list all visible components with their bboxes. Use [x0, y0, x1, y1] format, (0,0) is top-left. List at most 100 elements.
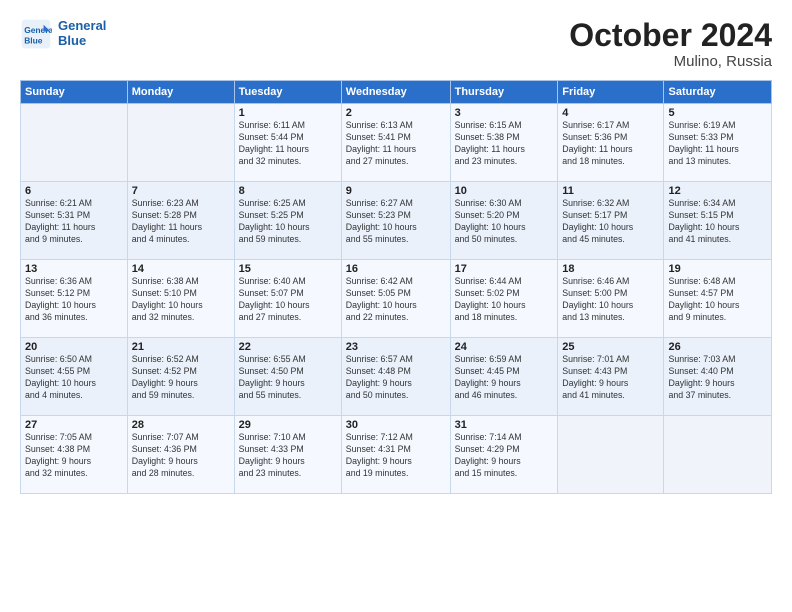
day-number: 21 [132, 341, 230, 353]
header: General Blue General Blue October 2024 M… [20, 18, 772, 70]
calendar-cell: 14Sunrise: 6:38 AM Sunset: 5:10 PM Dayli… [127, 260, 234, 338]
day-header: Friday [558, 81, 664, 104]
logo-line2: Blue [58, 34, 106, 49]
calendar-cell: 21Sunrise: 6:52 AM Sunset: 4:52 PM Dayli… [127, 338, 234, 416]
day-info: Sunrise: 6:19 AM Sunset: 5:33 PM Dayligh… [668, 120, 767, 168]
day-number: 18 [562, 263, 659, 275]
calendar-week-row: 1Sunrise: 6:11 AM Sunset: 5:44 PM Daylig… [21, 104, 772, 182]
logo-icon: General Blue [20, 18, 52, 50]
day-info: Sunrise: 6:52 AM Sunset: 4:52 PM Dayligh… [132, 354, 230, 402]
day-info: Sunrise: 6:23 AM Sunset: 5:28 PM Dayligh… [132, 198, 230, 246]
day-number: 24 [455, 341, 554, 353]
calendar-cell: 24Sunrise: 6:59 AM Sunset: 4:45 PM Dayli… [450, 338, 558, 416]
day-number: 9 [346, 185, 446, 197]
day-info: Sunrise: 7:03 AM Sunset: 4:40 PM Dayligh… [668, 354, 767, 402]
day-number: 6 [25, 185, 123, 197]
day-info: Sunrise: 6:27 AM Sunset: 5:23 PM Dayligh… [346, 198, 446, 246]
calendar-cell: 22Sunrise: 6:55 AM Sunset: 4:50 PM Dayli… [234, 338, 341, 416]
day-info: Sunrise: 6:17 AM Sunset: 5:36 PM Dayligh… [562, 120, 659, 168]
logo-line1: General [58, 19, 106, 34]
calendar-week-row: 27Sunrise: 7:05 AM Sunset: 4:38 PM Dayli… [21, 416, 772, 494]
logo: General Blue General Blue [20, 18, 106, 50]
title-block: October 2024 Mulino, Russia [569, 18, 772, 70]
day-number: 26 [668, 341, 767, 353]
calendar-cell: 5Sunrise: 6:19 AM Sunset: 5:33 PM Daylig… [664, 104, 772, 182]
calendar-cell: 31Sunrise: 7:14 AM Sunset: 4:29 PM Dayli… [450, 416, 558, 494]
day-header: Wednesday [341, 81, 450, 104]
calendar-cell [558, 416, 664, 494]
day-number: 30 [346, 419, 446, 431]
day-info: Sunrise: 6:34 AM Sunset: 5:15 PM Dayligh… [668, 198, 767, 246]
day-info: Sunrise: 6:32 AM Sunset: 5:17 PM Dayligh… [562, 198, 659, 246]
day-number: 13 [25, 263, 123, 275]
calendar-cell [664, 416, 772, 494]
calendar-cell: 20Sunrise: 6:50 AM Sunset: 4:55 PM Dayli… [21, 338, 128, 416]
day-header: Monday [127, 81, 234, 104]
day-info: Sunrise: 6:55 AM Sunset: 4:50 PM Dayligh… [239, 354, 337, 402]
day-info: Sunrise: 6:48 AM Sunset: 4:57 PM Dayligh… [668, 276, 767, 324]
day-info: Sunrise: 7:10 AM Sunset: 4:33 PM Dayligh… [239, 432, 337, 480]
day-info: Sunrise: 6:15 AM Sunset: 5:38 PM Dayligh… [455, 120, 554, 168]
day-info: Sunrise: 7:01 AM Sunset: 4:43 PM Dayligh… [562, 354, 659, 402]
calendar-page: General Blue General Blue October 2024 M… [0, 0, 792, 612]
day-info: Sunrise: 7:05 AM Sunset: 4:38 PM Dayligh… [25, 432, 123, 480]
header-row: SundayMondayTuesdayWednesdayThursdayFrid… [21, 81, 772, 104]
day-info: Sunrise: 6:40 AM Sunset: 5:07 PM Dayligh… [239, 276, 337, 324]
calendar-cell: 15Sunrise: 6:40 AM Sunset: 5:07 PM Dayli… [234, 260, 341, 338]
calendar-cell: 30Sunrise: 7:12 AM Sunset: 4:31 PM Dayli… [341, 416, 450, 494]
day-number: 27 [25, 419, 123, 431]
calendar-week-row: 13Sunrise: 6:36 AM Sunset: 5:12 PM Dayli… [21, 260, 772, 338]
calendar-cell: 16Sunrise: 6:42 AM Sunset: 5:05 PM Dayli… [341, 260, 450, 338]
calendar-cell: 18Sunrise: 6:46 AM Sunset: 5:00 PM Dayli… [558, 260, 664, 338]
calendar-cell: 13Sunrise: 6:36 AM Sunset: 5:12 PM Dayli… [21, 260, 128, 338]
day-number: 29 [239, 419, 337, 431]
day-number: 15 [239, 263, 337, 275]
day-info: Sunrise: 6:30 AM Sunset: 5:20 PM Dayligh… [455, 198, 554, 246]
calendar-week-row: 20Sunrise: 6:50 AM Sunset: 4:55 PM Dayli… [21, 338, 772, 416]
day-info: Sunrise: 6:59 AM Sunset: 4:45 PM Dayligh… [455, 354, 554, 402]
day-number: 19 [668, 263, 767, 275]
day-info: Sunrise: 6:38 AM Sunset: 5:10 PM Dayligh… [132, 276, 230, 324]
calendar-cell: 4Sunrise: 6:17 AM Sunset: 5:36 PM Daylig… [558, 104, 664, 182]
day-number: 23 [346, 341, 446, 353]
calendar-cell: 7Sunrise: 6:23 AM Sunset: 5:28 PM Daylig… [127, 182, 234, 260]
calendar-cell: 10Sunrise: 6:30 AM Sunset: 5:20 PM Dayli… [450, 182, 558, 260]
day-number: 11 [562, 185, 659, 197]
calendar-cell [127, 104, 234, 182]
calendar-cell: 19Sunrise: 6:48 AM Sunset: 4:57 PM Dayli… [664, 260, 772, 338]
day-number: 10 [455, 185, 554, 197]
day-header: Thursday [450, 81, 558, 104]
day-info: Sunrise: 6:11 AM Sunset: 5:44 PM Dayligh… [239, 120, 337, 168]
day-header: Saturday [664, 81, 772, 104]
day-number: 31 [455, 419, 554, 431]
day-number: 22 [239, 341, 337, 353]
day-number: 4 [562, 107, 659, 119]
day-info: Sunrise: 6:25 AM Sunset: 5:25 PM Dayligh… [239, 198, 337, 246]
day-info: Sunrise: 7:14 AM Sunset: 4:29 PM Dayligh… [455, 432, 554, 480]
calendar-cell: 2Sunrise: 6:13 AM Sunset: 5:41 PM Daylig… [341, 104, 450, 182]
calendar-cell: 3Sunrise: 6:15 AM Sunset: 5:38 PM Daylig… [450, 104, 558, 182]
day-info: Sunrise: 6:36 AM Sunset: 5:12 PM Dayligh… [25, 276, 123, 324]
calendar-cell: 28Sunrise: 7:07 AM Sunset: 4:36 PM Dayli… [127, 416, 234, 494]
day-number: 2 [346, 107, 446, 119]
calendar-cell: 11Sunrise: 6:32 AM Sunset: 5:17 PM Dayli… [558, 182, 664, 260]
calendar-cell: 6Sunrise: 6:21 AM Sunset: 5:31 PM Daylig… [21, 182, 128, 260]
day-number: 25 [562, 341, 659, 353]
calendar-cell: 12Sunrise: 6:34 AM Sunset: 5:15 PM Dayli… [664, 182, 772, 260]
calendar-table: SundayMondayTuesdayWednesdayThursdayFrid… [20, 80, 772, 494]
calendar-cell: 26Sunrise: 7:03 AM Sunset: 4:40 PM Dayli… [664, 338, 772, 416]
calendar-cell: 9Sunrise: 6:27 AM Sunset: 5:23 PM Daylig… [341, 182, 450, 260]
day-info: Sunrise: 6:13 AM Sunset: 5:41 PM Dayligh… [346, 120, 446, 168]
day-number: 3 [455, 107, 554, 119]
day-number: 17 [455, 263, 554, 275]
day-info: Sunrise: 6:46 AM Sunset: 5:00 PM Dayligh… [562, 276, 659, 324]
calendar-cell: 25Sunrise: 7:01 AM Sunset: 4:43 PM Dayli… [558, 338, 664, 416]
location: Mulino, Russia [569, 53, 772, 70]
day-number: 12 [668, 185, 767, 197]
calendar-cell: 17Sunrise: 6:44 AM Sunset: 5:02 PM Dayli… [450, 260, 558, 338]
day-number: 14 [132, 263, 230, 275]
day-info: Sunrise: 6:57 AM Sunset: 4:48 PM Dayligh… [346, 354, 446, 402]
calendar-cell: 29Sunrise: 7:10 AM Sunset: 4:33 PM Dayli… [234, 416, 341, 494]
svg-text:Blue: Blue [24, 35, 43, 45]
day-number: 8 [239, 185, 337, 197]
